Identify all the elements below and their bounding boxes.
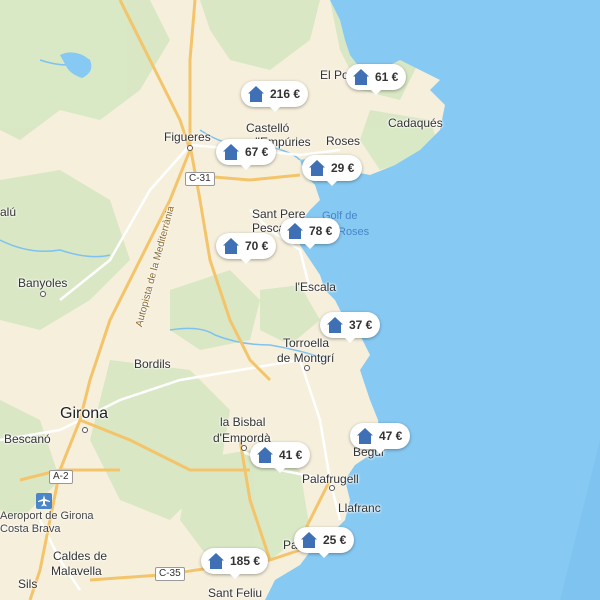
house-icon [287, 223, 303, 239]
price-marker[interactable]: 29 € [302, 155, 363, 186]
airport-icon [36, 493, 52, 509]
map-view[interactable]: El Port Cadaqués Castelló d'Empúries Fig… [0, 0, 600, 600]
town-salu: alú [0, 205, 17, 219]
house-icon [309, 160, 325, 176]
house-icon [223, 238, 239, 254]
house-icon [357, 428, 373, 444]
price-marker[interactable]: 47 € [350, 423, 411, 454]
town-llafranc: Llafranc [338, 501, 381, 515]
price-label: 29 € [331, 161, 355, 175]
price-marker[interactable]: 216 € [241, 81, 309, 112]
price-marker[interactable]: 70 € [216, 233, 277, 264]
town-torroella: Torroella [283, 336, 330, 350]
price-label: 41 € [279, 448, 303, 462]
airport-label-1: Aeroport de Girona [0, 510, 94, 522]
airport-label-2: Costa Brava [0, 523, 61, 535]
price-marker[interactable]: 78 € [280, 218, 341, 249]
price-label: 61 € [375, 70, 399, 84]
town-lescala: l'Escala [295, 280, 336, 294]
town-bescano: Bescanó [4, 432, 51, 446]
house-icon [223, 144, 239, 160]
house-icon [327, 317, 343, 333]
town-dot [40, 291, 46, 297]
price-label: 70 € [245, 239, 269, 253]
town-banyoles: Banyoles [18, 276, 68, 290]
road-shield-a2: A-2 [49, 470, 73, 484]
price-label: 216 € [270, 87, 301, 101]
town-dot [329, 485, 335, 491]
house-icon [257, 447, 273, 463]
price-label: 25 € [323, 533, 347, 547]
town-girona: Girona [60, 405, 109, 422]
town-dot [82, 427, 88, 433]
price-label: 185 € [230, 554, 261, 568]
town-roses: Roses [326, 134, 361, 148]
town-sils: Sils [18, 577, 38, 591]
town-figueres: Figueres [164, 130, 211, 144]
town-castello: Castelló [246, 121, 290, 135]
town-caldes: Caldes de [53, 549, 108, 563]
house-icon [353, 69, 369, 85]
town-dot [187, 145, 193, 151]
town-sant-feliu: Sant Feliu [208, 586, 263, 600]
price-label: 37 € [349, 318, 373, 332]
town-cadaques: Cadaqués [388, 116, 443, 130]
price-marker[interactable]: 37 € [320, 312, 381, 343]
price-label: 47 € [379, 429, 403, 443]
house-icon [248, 86, 264, 102]
price-label: 67 € [245, 145, 269, 159]
town-malavella: Malavella [51, 564, 102, 578]
price-marker[interactable]: 185 € [201, 548, 269, 579]
town-bordils: Bordils [134, 357, 171, 371]
price-marker[interactable]: 41 € [250, 442, 311, 473]
house-icon [208, 553, 224, 569]
town-dot [241, 445, 247, 451]
town-montgri: de Montgrí [277, 351, 335, 365]
price-marker[interactable]: 61 € [346, 64, 407, 95]
town-palafrugell: Palafrugell [302, 472, 359, 486]
road-shield-c35: C-35 [155, 567, 185, 581]
town-bisbal: la Bisbal [220, 415, 266, 429]
road-shield-c31: C-31 [185, 172, 215, 186]
house-icon [301, 532, 317, 548]
price-marker[interactable]: 25 € [294, 527, 355, 558]
sea-label-roses: Roses [338, 226, 370, 238]
town-dot [304, 365, 310, 371]
price-marker[interactable]: 67 € [216, 139, 277, 170]
price-label: 78 € [309, 224, 333, 238]
